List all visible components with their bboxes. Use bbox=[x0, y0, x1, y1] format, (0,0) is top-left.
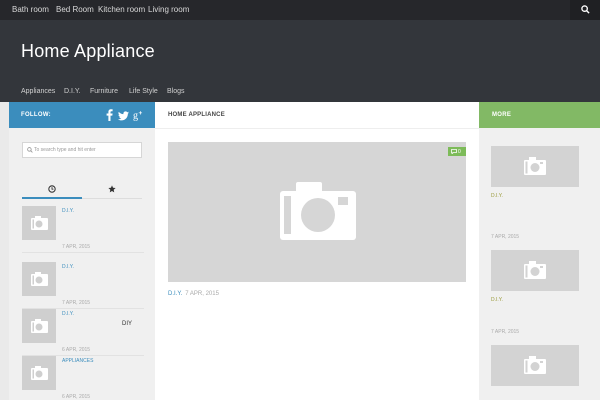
site-title[interactable]: Home Appliance bbox=[21, 41, 155, 62]
featured-meta: D.I.Y. 7 APR, 2015 bbox=[168, 291, 219, 297]
post-thumbnail[interactable] bbox=[22, 356, 56, 390]
post-thumbnail[interactable] bbox=[22, 206, 56, 240]
svg-text:+: + bbox=[139, 110, 143, 117]
tab-popular[interactable] bbox=[82, 182, 142, 199]
nav-item-appliances[interactable]: Appliances bbox=[21, 88, 55, 95]
right-post-date: 7 APR, 2015 bbox=[491, 329, 520, 335]
nav-item-furniture[interactable]: Furniture bbox=[90, 88, 118, 95]
list-item: APPLIANCES 6 APR, 2015 bbox=[22, 356, 144, 400]
follow-label: FOLLOW: bbox=[21, 112, 51, 118]
more-label: MORE bbox=[492, 112, 512, 118]
right-post-thumbnail[interactable] bbox=[491, 345, 579, 386]
top-navigation: Bath room Bed Room Kitchen room Living r… bbox=[0, 0, 600, 20]
twitter-icon[interactable] bbox=[118, 110, 129, 122]
post-category[interactable]: D.I.Y. bbox=[62, 264, 74, 270]
camera-icon bbox=[31, 272, 48, 286]
camera-icon bbox=[280, 182, 356, 240]
post-date: 7 APR, 2015 bbox=[62, 300, 91, 306]
camera-icon bbox=[31, 366, 48, 380]
sidebar-search-field[interactable] bbox=[22, 142, 142, 158]
camera-icon bbox=[31, 319, 48, 333]
facebook-icon[interactable] bbox=[106, 109, 113, 121]
right-post-category[interactable]: D.I.Y. bbox=[491, 297, 503, 303]
follow-bar: FOLLOW: g + bbox=[9, 102, 155, 128]
right-post-thumbnail[interactable] bbox=[491, 250, 579, 291]
nav-item-blogs[interactable]: Blogs bbox=[167, 88, 185, 95]
left-sidebar: FOLLOW: g + To search type and hit enter… bbox=[9, 102, 155, 400]
sidebar-tabs bbox=[22, 182, 142, 199]
nav-item-diy[interactable]: D.I.Y. bbox=[64, 88, 81, 95]
topnav-search-button[interactable] bbox=[570, 0, 600, 20]
star-icon bbox=[108, 185, 116, 193]
search-icon bbox=[581, 5, 590, 14]
more-bar: MORE bbox=[479, 102, 600, 128]
main-navigation: Appliances D.I.Y. Furniture Life Style B… bbox=[0, 80, 600, 102]
camera-icon bbox=[524, 157, 546, 175]
svg-text:g: g bbox=[133, 111, 138, 122]
post-category[interactable]: D.I.Y. bbox=[62, 311, 74, 317]
list-item: D.I.Y. 6 APR, 2015 bbox=[22, 309, 144, 356]
right-sidebar: MORE D.I.Y. 7 APR, 2015 D.I.Y. 7 APR, 20… bbox=[479, 102, 600, 400]
comment-count-badge[interactable]: 0 bbox=[448, 147, 466, 156]
comment-icon bbox=[451, 149, 457, 154]
main-content: HOME APPLIANCE 0 D.I.Y. 7 APR, 2015 bbox=[155, 102, 479, 400]
list-item: D.I.Y. 7 APR, 2015 bbox=[22, 262, 144, 309]
topnav-item-kitchen-room[interactable]: Kitchen room bbox=[98, 5, 145, 14]
post-date: 6 APR, 2015 bbox=[62, 347, 91, 353]
nav-item-life-style[interactable]: Life Style bbox=[129, 88, 158, 95]
right-post-date: 7 APR, 2015 bbox=[491, 234, 520, 240]
camera-icon bbox=[31, 216, 48, 230]
featured-image[interactable]: 0 bbox=[168, 142, 466, 282]
sidebar-search-input[interactable] bbox=[34, 144, 138, 156]
google-plus-icon[interactable]: g + bbox=[133, 109, 145, 121]
post-thumbnail[interactable] bbox=[22, 262, 56, 296]
post-date: 6 APR, 2015 bbox=[62, 394, 91, 400]
topnav-item-living-room[interactable]: Living room bbox=[148, 5, 189, 14]
topnav-item-bath-room[interactable]: Bath room bbox=[12, 5, 49, 14]
list-item: D.I.Y. 7 APR, 2015 bbox=[22, 206, 144, 253]
right-post-thumbnail[interactable] bbox=[491, 146, 579, 187]
clock-icon bbox=[48, 185, 56, 193]
right-post-category[interactable]: D.I.Y. bbox=[491, 193, 503, 199]
tab-recent[interactable] bbox=[22, 182, 82, 199]
post-date: 7 APR, 2015 bbox=[62, 244, 91, 250]
main-heading-bar: HOME APPLIANCE bbox=[155, 102, 479, 129]
stray-diy-text: DIY bbox=[122, 321, 133, 327]
featured-date: 7 APR, 2015 bbox=[185, 291, 219, 297]
post-category[interactable]: APPLIANCES bbox=[62, 358, 93, 364]
featured-category[interactable]: D.I.Y. bbox=[168, 291, 182, 297]
camera-icon bbox=[524, 356, 546, 374]
topnav-item-bed-room[interactable]: Bed Room bbox=[56, 5, 94, 14]
comment-count: 0 bbox=[458, 148, 461, 155]
post-category[interactable]: D.I.Y. bbox=[62, 208, 74, 214]
camera-icon bbox=[524, 261, 546, 279]
page-title: HOME APPLIANCE bbox=[168, 112, 225, 118]
search-icon bbox=[27, 147, 33, 153]
post-thumbnail[interactable] bbox=[22, 309, 56, 343]
